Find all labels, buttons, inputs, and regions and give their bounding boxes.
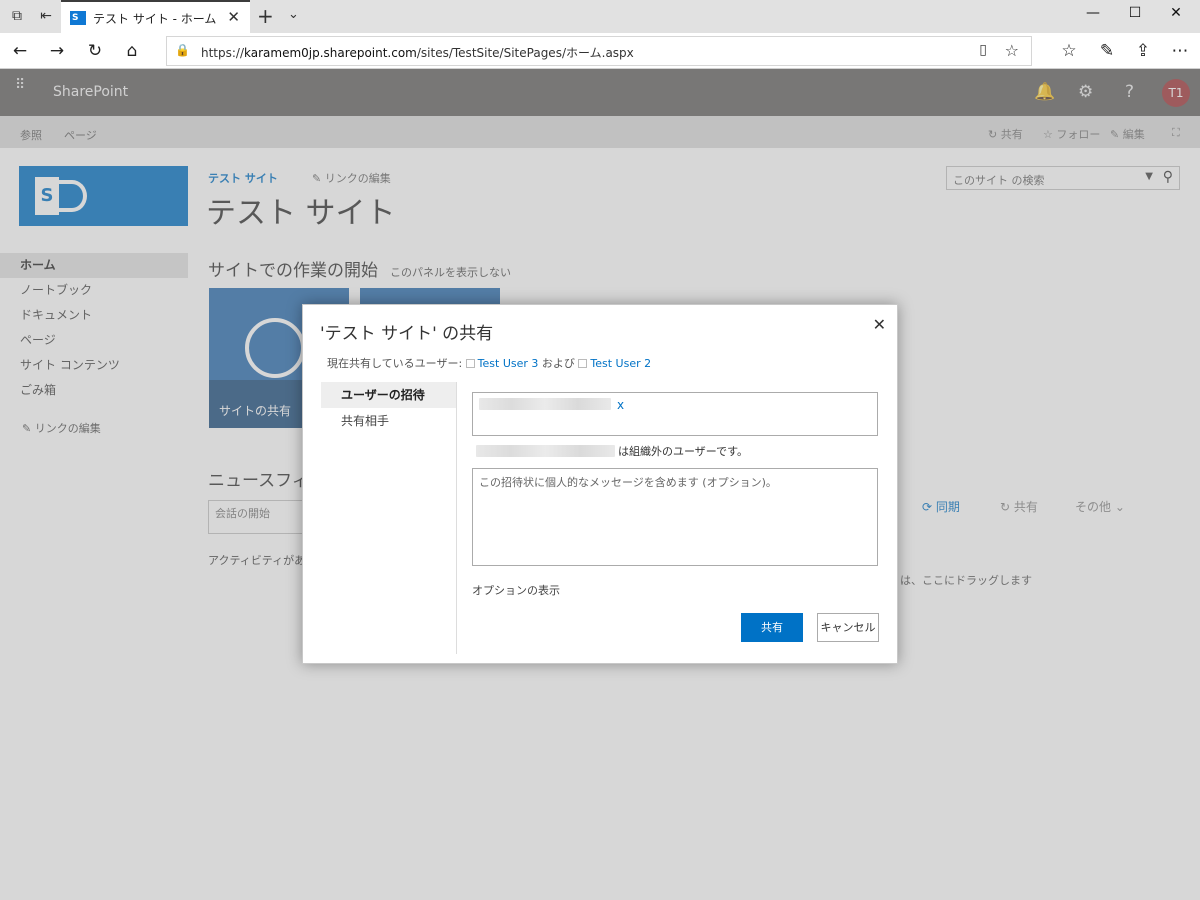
minimize-icon[interactable]: — bbox=[1078, 5, 1108, 27]
back-icon[interactable]: ← bbox=[9, 40, 31, 62]
redacted-user-note bbox=[476, 445, 615, 457]
dialog-title: 'テスト サイト' の共有 bbox=[320, 324, 494, 344]
user-presence-icon bbox=[465, 359, 475, 368]
remove-invitee-button[interactable]: x bbox=[617, 398, 624, 412]
new-tab-icon[interactable]: + bbox=[257, 4, 274, 28]
browser-nav-bar: ← → ↻ ⌂ 🔒 https://karamem0jp.sharepoint.… bbox=[0, 33, 1200, 69]
invite-people-input[interactable]: x bbox=[472, 392, 878, 436]
external-user-note: は組織外のユーザーです。 bbox=[618, 445, 749, 458]
shared-user-b[interactable]: Test User 2 bbox=[590, 357, 651, 370]
dialog-nav: ユーザーの招待 共有相手 bbox=[321, 382, 457, 654]
redacted-user bbox=[479, 398, 611, 410]
home-icon[interactable]: ⌂ bbox=[121, 40, 143, 62]
shared-with-line: 現在共有しているユーザー: Test User 3 および Test User … bbox=[327, 357, 652, 370]
tab-actions-icon[interactable]: ⧉ bbox=[7, 6, 27, 26]
favorites-list-icon[interactable]: ☆ bbox=[1058, 40, 1080, 62]
chevron-down-icon[interactable]: ⌄ bbox=[288, 7, 299, 22]
forward-icon[interactable]: → bbox=[46, 40, 68, 62]
browser-tab-bar: ⧉ ⇤ S テスト サイト - ホーム ✕ + ⌄ — ☐ ✕ bbox=[0, 0, 1200, 33]
share-button[interactable]: 共有 bbox=[741, 613, 803, 642]
dialog-nav-shared-with[interactable]: 共有相手 bbox=[321, 408, 456, 434]
share-dialog: 'テスト サイト' の共有 ✕ 現在共有しているユーザー: Test User … bbox=[302, 304, 898, 664]
pen-icon[interactable]: ✎ bbox=[1096, 40, 1118, 62]
show-options-link[interactable]: オプションの表示 bbox=[472, 582, 560, 598]
sharepoint-favicon-icon: S bbox=[70, 11, 86, 25]
share-icon[interactable]: ⇪ bbox=[1132, 40, 1154, 62]
refresh-icon[interactable]: ↻ bbox=[84, 40, 106, 62]
dialog-nav-invite[interactable]: ユーザーの招待 bbox=[321, 382, 456, 408]
reading-view-icon[interactable]: ▯ bbox=[979, 42, 987, 58]
shared-user-a[interactable]: Test User 3 bbox=[478, 357, 539, 370]
cancel-button[interactable]: キャンセル bbox=[817, 613, 879, 642]
browser-tab[interactable]: S テスト サイト - ホーム ✕ bbox=[61, 0, 250, 33]
close-tab-icon[interactable]: ✕ bbox=[227, 8, 240, 26]
tab-title: テスト サイト - ホーム bbox=[93, 12, 217, 26]
favorite-star-icon[interactable]: ☆ bbox=[1005, 41, 1019, 60]
lock-icon: 🔒 bbox=[175, 43, 190, 57]
address-bar[interactable]: 🔒 https://karamem0jp.sharepoint.com/site… bbox=[166, 36, 1032, 66]
user-presence-icon bbox=[578, 359, 588, 368]
close-icon[interactable]: ✕ bbox=[873, 315, 886, 334]
personal-message-field[interactable]: この招待状に個人的なメッセージを含めます (オプション)。 bbox=[472, 468, 878, 566]
set-aside-tabs-icon[interactable]: ⇤ bbox=[36, 6, 56, 26]
close-window-icon[interactable]: ✕ bbox=[1161, 5, 1191, 27]
address-url: https://karamem0jp.sharepoint.com/sites/… bbox=[201, 46, 634, 60]
maximize-icon[interactable]: ☐ bbox=[1120, 5, 1150, 27]
more-icon[interactable]: ⋯ bbox=[1169, 40, 1191, 62]
